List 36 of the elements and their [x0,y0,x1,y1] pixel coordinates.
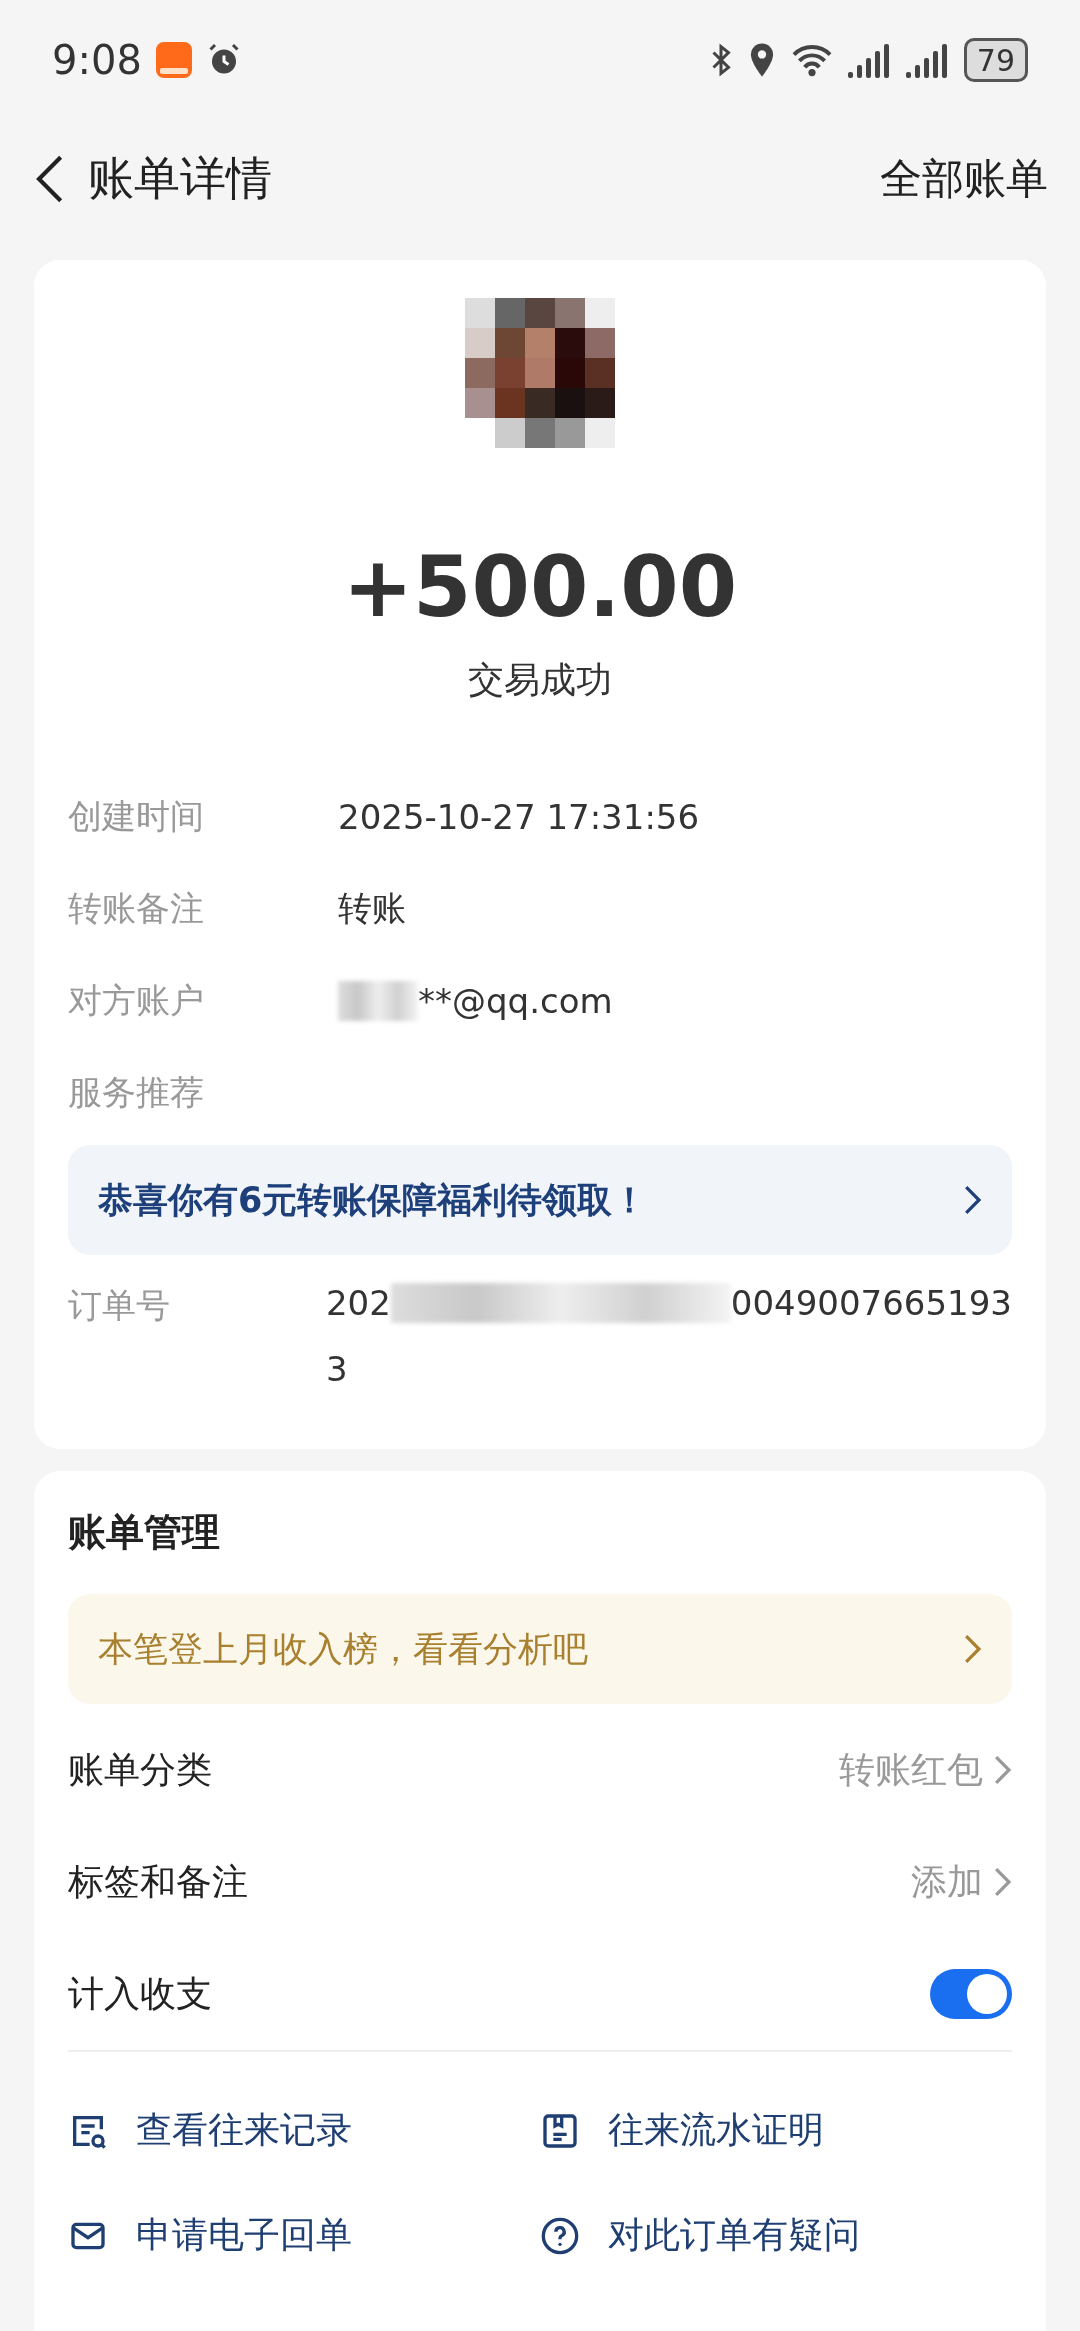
detail-label: 订单号 [68,1284,171,1327]
order-number-end: 0049007665193 [730,1283,1012,1323]
question-icon [540,2215,580,2256]
page-title: 账单详情 [88,150,272,207]
status-time: 9:08 [52,37,142,83]
detail-label: 服务推荐 [68,1071,205,1114]
action-link[interactable]: 对此订单有疑问 [540,2211,1012,2260]
detail-value: 2025-10-27 17:31:56 [338,797,700,837]
amount: +500.00 [341,538,739,636]
order-number-end: 3 [325,1349,349,1389]
setting-label: 账单分类 [68,1747,212,1792]
detail-value: **@qq.com [418,981,613,1021]
chevron-right-icon [992,1754,1012,1786]
action-link[interactable]: 往来流水证明 [540,2106,1012,2155]
signal-icon [905,42,950,78]
action-link[interactable]: 查看往来记录 [68,2106,540,2155]
detail-label: 对方账户 [68,979,205,1022]
all-bills-link[interactable]: 全部账单 [880,151,1048,207]
chevron-right-icon [992,1866,1012,1898]
detail-label: 转账备注 [68,887,205,930]
action-link[interactable]: 申请电子回单 [68,2211,540,2260]
detail-value: 转账 [338,887,406,930]
back-icon[interactable] [34,154,64,204]
toggle-switch[interactable] [930,1969,1012,2019]
setting-label: 计入收支 [68,1971,212,2016]
promo-banner[interactable]: 恭喜你有6元转账保障福利待领取！ [68,1145,1012,1255]
setting-label: 标签和备注 [68,1859,248,1904]
order-number-start: 202 [325,1283,391,1323]
transaction-status: 交易成功 [467,658,613,702]
chevron-right-icon [962,1633,982,1665]
signal-icon [847,42,892,78]
app-icon [155,42,192,78]
detail-label: 创建时间 [68,795,205,838]
section-title: 账单管理 [68,1509,221,1556]
battery-level: 79 [963,38,1028,82]
chevron-right-icon [962,1184,982,1216]
